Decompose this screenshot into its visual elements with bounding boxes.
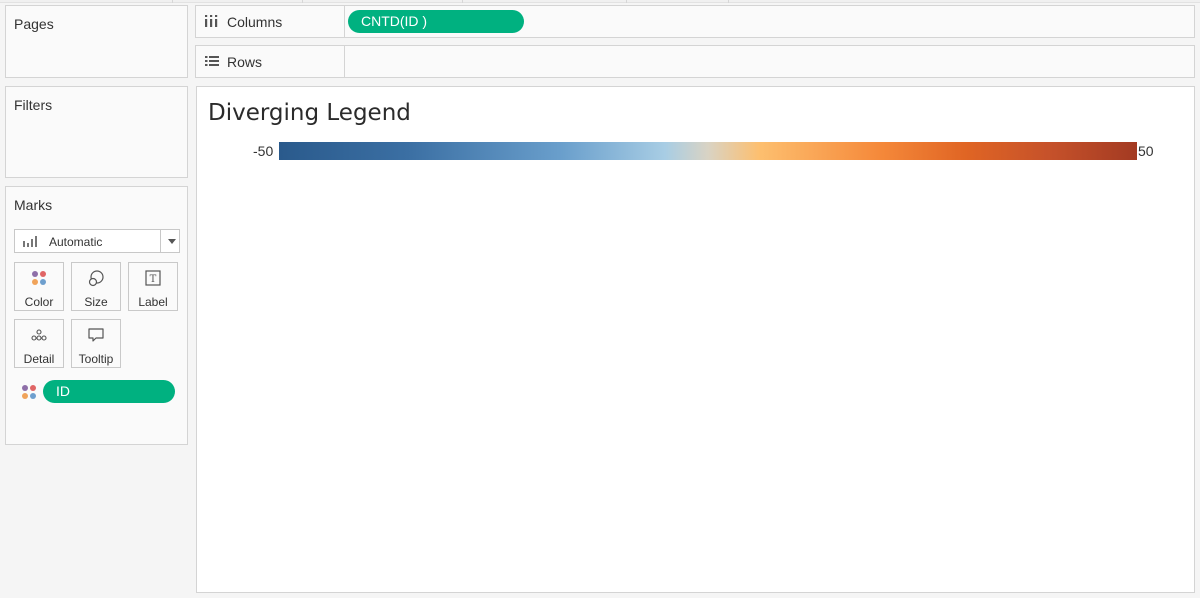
- diverging-color-ramp: [279, 142, 1137, 160]
- ruler-tick: [626, 0, 627, 3]
- dropdown-divider: [160, 230, 161, 252]
- mark-type-label: Automatic: [49, 235, 103, 249]
- rows-icon: [205, 56, 219, 66]
- ruler-tick: [462, 0, 463, 3]
- view-title: Diverging Legend: [208, 100, 411, 126]
- detail-dots-icon: [31, 329, 47, 341]
- columns-label: Columns: [227, 14, 283, 30]
- label-label: Label: [138, 295, 168, 309]
- speech-bubble-icon: [88, 328, 104, 342]
- chevron-down-icon[interactable]: [168, 239, 176, 244]
- marks-title: Marks: [14, 197, 53, 213]
- text-t-icon: T: [145, 270, 161, 286]
- detail-button[interactable]: Detail: [14, 319, 64, 368]
- color-dots-icon: [32, 271, 46, 285]
- svg-text:T: T: [150, 274, 157, 285]
- color-field-row: ID: [20, 380, 180, 404]
- marks-card: Marks Automatic Color Size T Label Detai…: [5, 186, 188, 445]
- ruler-tick: [302, 0, 303, 3]
- bar-chart-icon: [23, 235, 37, 247]
- ruler-tick: [172, 0, 173, 3]
- color-label: Color: [24, 295, 54, 309]
- rows-shelf[interactable]: Rows: [195, 45, 1195, 78]
- pages-title: Pages: [14, 16, 54, 32]
- cntd-id-pill[interactable]: CNTD(ID ): [348, 10, 524, 33]
- legend-max-label: 50: [1138, 143, 1154, 159]
- color-button[interactable]: Color: [14, 262, 64, 311]
- rows-label: Rows: [227, 54, 263, 70]
- columns-icon: [205, 15, 218, 27]
- pages-card[interactable]: Pages: [5, 5, 188, 78]
- tooltip-label: Tooltip: [78, 352, 114, 366]
- top-ruler: [0, 0, 1200, 3]
- rows-shelf-header: Rows: [196, 46, 345, 77]
- tooltip-button[interactable]: Tooltip: [71, 319, 121, 368]
- columns-shelf-header: Columns: [196, 6, 345, 37]
- id-field-pill[interactable]: ID: [43, 380, 175, 403]
- detail-label: Detail: [23, 352, 55, 366]
- legend-min-label: -50: [253, 143, 274, 159]
- ruler-tick: [728, 0, 729, 3]
- worksheet-view[interactable]: Diverging Legend -50 50: [196, 86, 1195, 593]
- label-button[interactable]: T Label: [128, 262, 178, 311]
- columns-shelf[interactable]: Columns CNTD(ID ): [195, 5, 1195, 38]
- size-label: Size: [84, 295, 108, 309]
- color-dots-icon: [22, 385, 36, 399]
- filters-title: Filters: [14, 97, 53, 113]
- size-circles-icon: [88, 270, 104, 287]
- size-button[interactable]: Size: [71, 262, 121, 311]
- filters-card[interactable]: Filters: [5, 86, 188, 178]
- mark-type-dropdown[interactable]: Automatic: [14, 229, 180, 253]
